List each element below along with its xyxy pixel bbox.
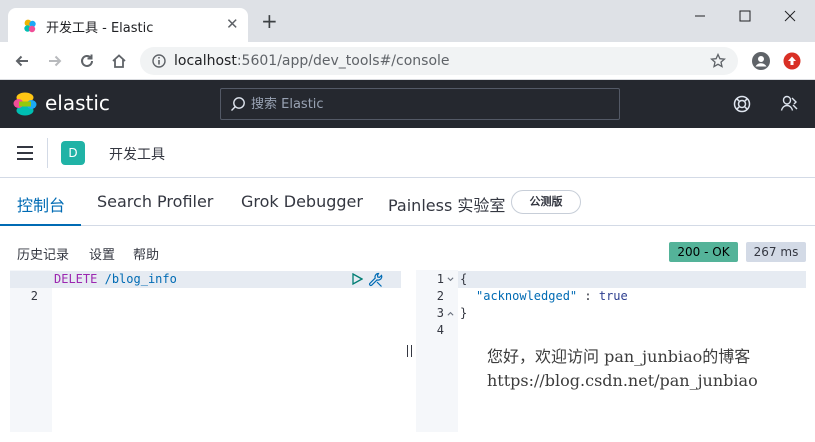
window-close-icon[interactable]: [778, 6, 802, 26]
wrench-icon[interactable]: [368, 272, 384, 288]
breadcrumb: 开发工具: [109, 147, 165, 163]
elastic-favicon-icon: [24, 19, 36, 33]
new-tab-button[interactable]: +: [261, 11, 278, 31]
line-number: 4: [436, 323, 444, 337]
request-editor[interactable]: 1 2 DELETE /blog_info: [10, 270, 401, 432]
forward-arrow-icon[interactable]: [46, 52, 64, 70]
request-line[interactable]: DELETE /blog_info: [54, 271, 177, 288]
request-path: /blog_info: [104, 272, 177, 286]
browser-toolbar: localhost:5601/app/dev_tools#/console: [0, 42, 815, 80]
minimize-icon[interactable]: [688, 6, 712, 26]
browser-titlebar: 开发工具 - Elastic ✕ +: [0, 0, 815, 42]
kibana-header: elastic: [0, 80, 815, 128]
space-avatar[interactable]: D: [61, 141, 85, 165]
console-menu-bar: 历史记录 设置 帮助 200 - OK 267 ms: [0, 226, 815, 270]
global-search-input[interactable]: [251, 89, 611, 119]
line-number: 1: [436, 272, 444, 286]
tab-grok-debugger[interactable]: Grok Debugger: [241, 192, 363, 211]
global-search[interactable]: [220, 88, 620, 120]
back-arrow-icon[interactable]: [13, 52, 31, 70]
resize-grip-icon: [407, 345, 412, 357]
tab-painless-lab[interactable]: Painless 实验室: [388, 192, 505, 216]
line-number: 2: [30, 289, 38, 303]
tab-console[interactable]: 控制台: [17, 192, 65, 216]
reload-icon[interactable]: [78, 52, 96, 70]
response-line: "acknowledged" : true: [476, 288, 628, 305]
browser-tab-title: 开发工具 - Elastic: [46, 21, 154, 36]
json-value: true: [598, 289, 628, 303]
watermark-line: https://blog.csdn.net/pan_junbiao: [487, 371, 758, 390]
url-text: localhost:5601/app/dev_tools#/console: [174, 53, 450, 69]
request-time-badge: 267 ms: [746, 242, 806, 262]
home-icon[interactable]: [110, 52, 128, 70]
fold-up-icon[interactable]: [447, 310, 454, 317]
breadcrumb-bar: D 开发工具: [0, 128, 815, 178]
profile-avatar-icon[interactable]: [751, 51, 771, 71]
url-host: localhost: [174, 53, 237, 69]
line-number: 2: [436, 289, 444, 303]
hamburger-menu-icon[interactable]: [15, 144, 35, 162]
response-line: {: [460, 272, 468, 286]
browser-tab[interactable]: 开发工具 - Elastic ✕: [8, 8, 248, 42]
tab-search-profiler[interactable]: Search Profiler: [97, 192, 213, 211]
json-colon: :: [577, 289, 599, 303]
maximize-icon[interactable]: [733, 6, 757, 26]
address-bar[interactable]: localhost:5601/app/dev_tools#/console: [140, 47, 738, 75]
response-gutter: 1 2 3 4: [416, 270, 458, 432]
history-link[interactable]: 历史记录: [17, 244, 69, 263]
url-path: :5601/app/dev_tools#/console: [236, 53, 450, 69]
help-link[interactable]: 帮助: [133, 244, 159, 263]
fold-down-icon[interactable]: [447, 276, 454, 283]
site-info-icon[interactable]: [152, 54, 166, 68]
active-line-highlight: [458, 271, 806, 288]
help-lifebuoy-icon[interactable]: [732, 94, 752, 114]
breadcrumb-divider: [47, 138, 48, 168]
settings-link[interactable]: 设置: [89, 244, 115, 263]
elastic-brand-name[interactable]: elastic: [45, 91, 110, 115]
update-extension-icon[interactable]: [783, 52, 801, 70]
user-menu-icon[interactable]: [779, 93, 799, 113]
bookmark-star-icon[interactable]: [710, 53, 726, 69]
watermark: 您好，欢迎访问 pan_junbiao的博客 https://blog.csdn…: [487, 345, 758, 393]
status-badge: 200 - OK: [669, 242, 738, 262]
json-key: "acknowledged": [476, 289, 578, 303]
watermark-line: 您好，欢迎访问 pan_junbiao的博客: [487, 347, 751, 366]
editor-resize-handle[interactable]: [403, 270, 415, 432]
beta-badge: 公测版: [511, 190, 581, 214]
elastic-logo-icon[interactable]: [12, 91, 38, 117]
line-number: 3: [436, 306, 444, 320]
dev-tools-tabs: 控制台 Search Profiler Grok Debugger Painle…: [0, 178, 815, 226]
response-line: }: [460, 306, 468, 320]
search-icon: [231, 97, 245, 111]
play-icon[interactable]: [351, 273, 363, 285]
tab-close-icon[interactable]: ✕: [226, 15, 239, 33]
request-gutter: 1 2: [10, 270, 52, 432]
request-method: DELETE: [54, 272, 98, 286]
